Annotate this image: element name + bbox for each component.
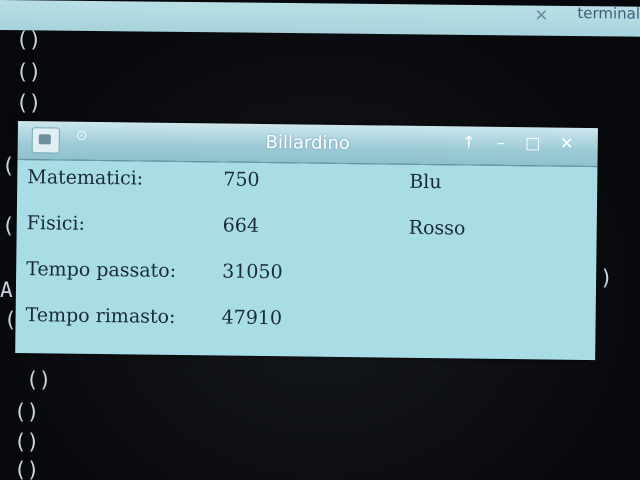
terminal-text: ( <box>2 154 15 178</box>
terminal-text: () <box>16 28 42 52</box>
tempo-rimasto-value: 47910 <box>221 306 283 330</box>
fisici-team-color: Rosso <box>408 216 466 240</box>
matematici-team-color: Blu <box>409 170 442 194</box>
matematici-label: Matematici: <box>27 166 144 190</box>
minimize-button[interactable]: – <box>488 131 514 155</box>
terminal-tab-label[interactable]: terminal <box>577 4 640 23</box>
tempo-passato-label: Tempo passato: <box>26 258 177 282</box>
terminal-text: () <box>14 400 40 424</box>
tempo-rimasto-label: Tempo rimasto: <box>25 304 176 328</box>
billardino-window: ⊙ Billardino ↑ – □ ✕ Matematici: 750 Blu… <box>15 121 598 361</box>
tempo-passato-value: 31050 <box>222 260 283 284</box>
terminal-text: () <box>14 458 40 480</box>
terminal-text: ( <box>2 214 15 238</box>
matematici-score: 750 <box>223 168 260 191</box>
terminal-tab-bar: ✕ terminal <box>0 0 640 37</box>
shade-up-icon[interactable]: ↑ <box>456 130 482 154</box>
terminal-text: () <box>16 91 42 115</box>
score-panel: Matematici: 750 Blu Fisici: 664 Rosso Te… <box>15 159 598 361</box>
tab-close-icon[interactable]: ✕ <box>535 6 548 25</box>
maximize-button[interactable]: □ <box>520 131 546 155</box>
fisici-label: Fisici: <box>26 212 86 235</box>
terminal-text: () <box>14 430 40 454</box>
terminal-text: A <box>0 278 13 302</box>
terminal-text: () <box>26 368 52 392</box>
terminal-text: () <box>16 60 42 84</box>
desktop-screen: ✕ terminal () () () ( ( A ( () () () () … <box>0 0 640 480</box>
fisici-score: 664 <box>222 214 260 237</box>
terminal-text: ) <box>600 266 613 290</box>
close-button[interactable]: ✕ <box>554 132 580 156</box>
